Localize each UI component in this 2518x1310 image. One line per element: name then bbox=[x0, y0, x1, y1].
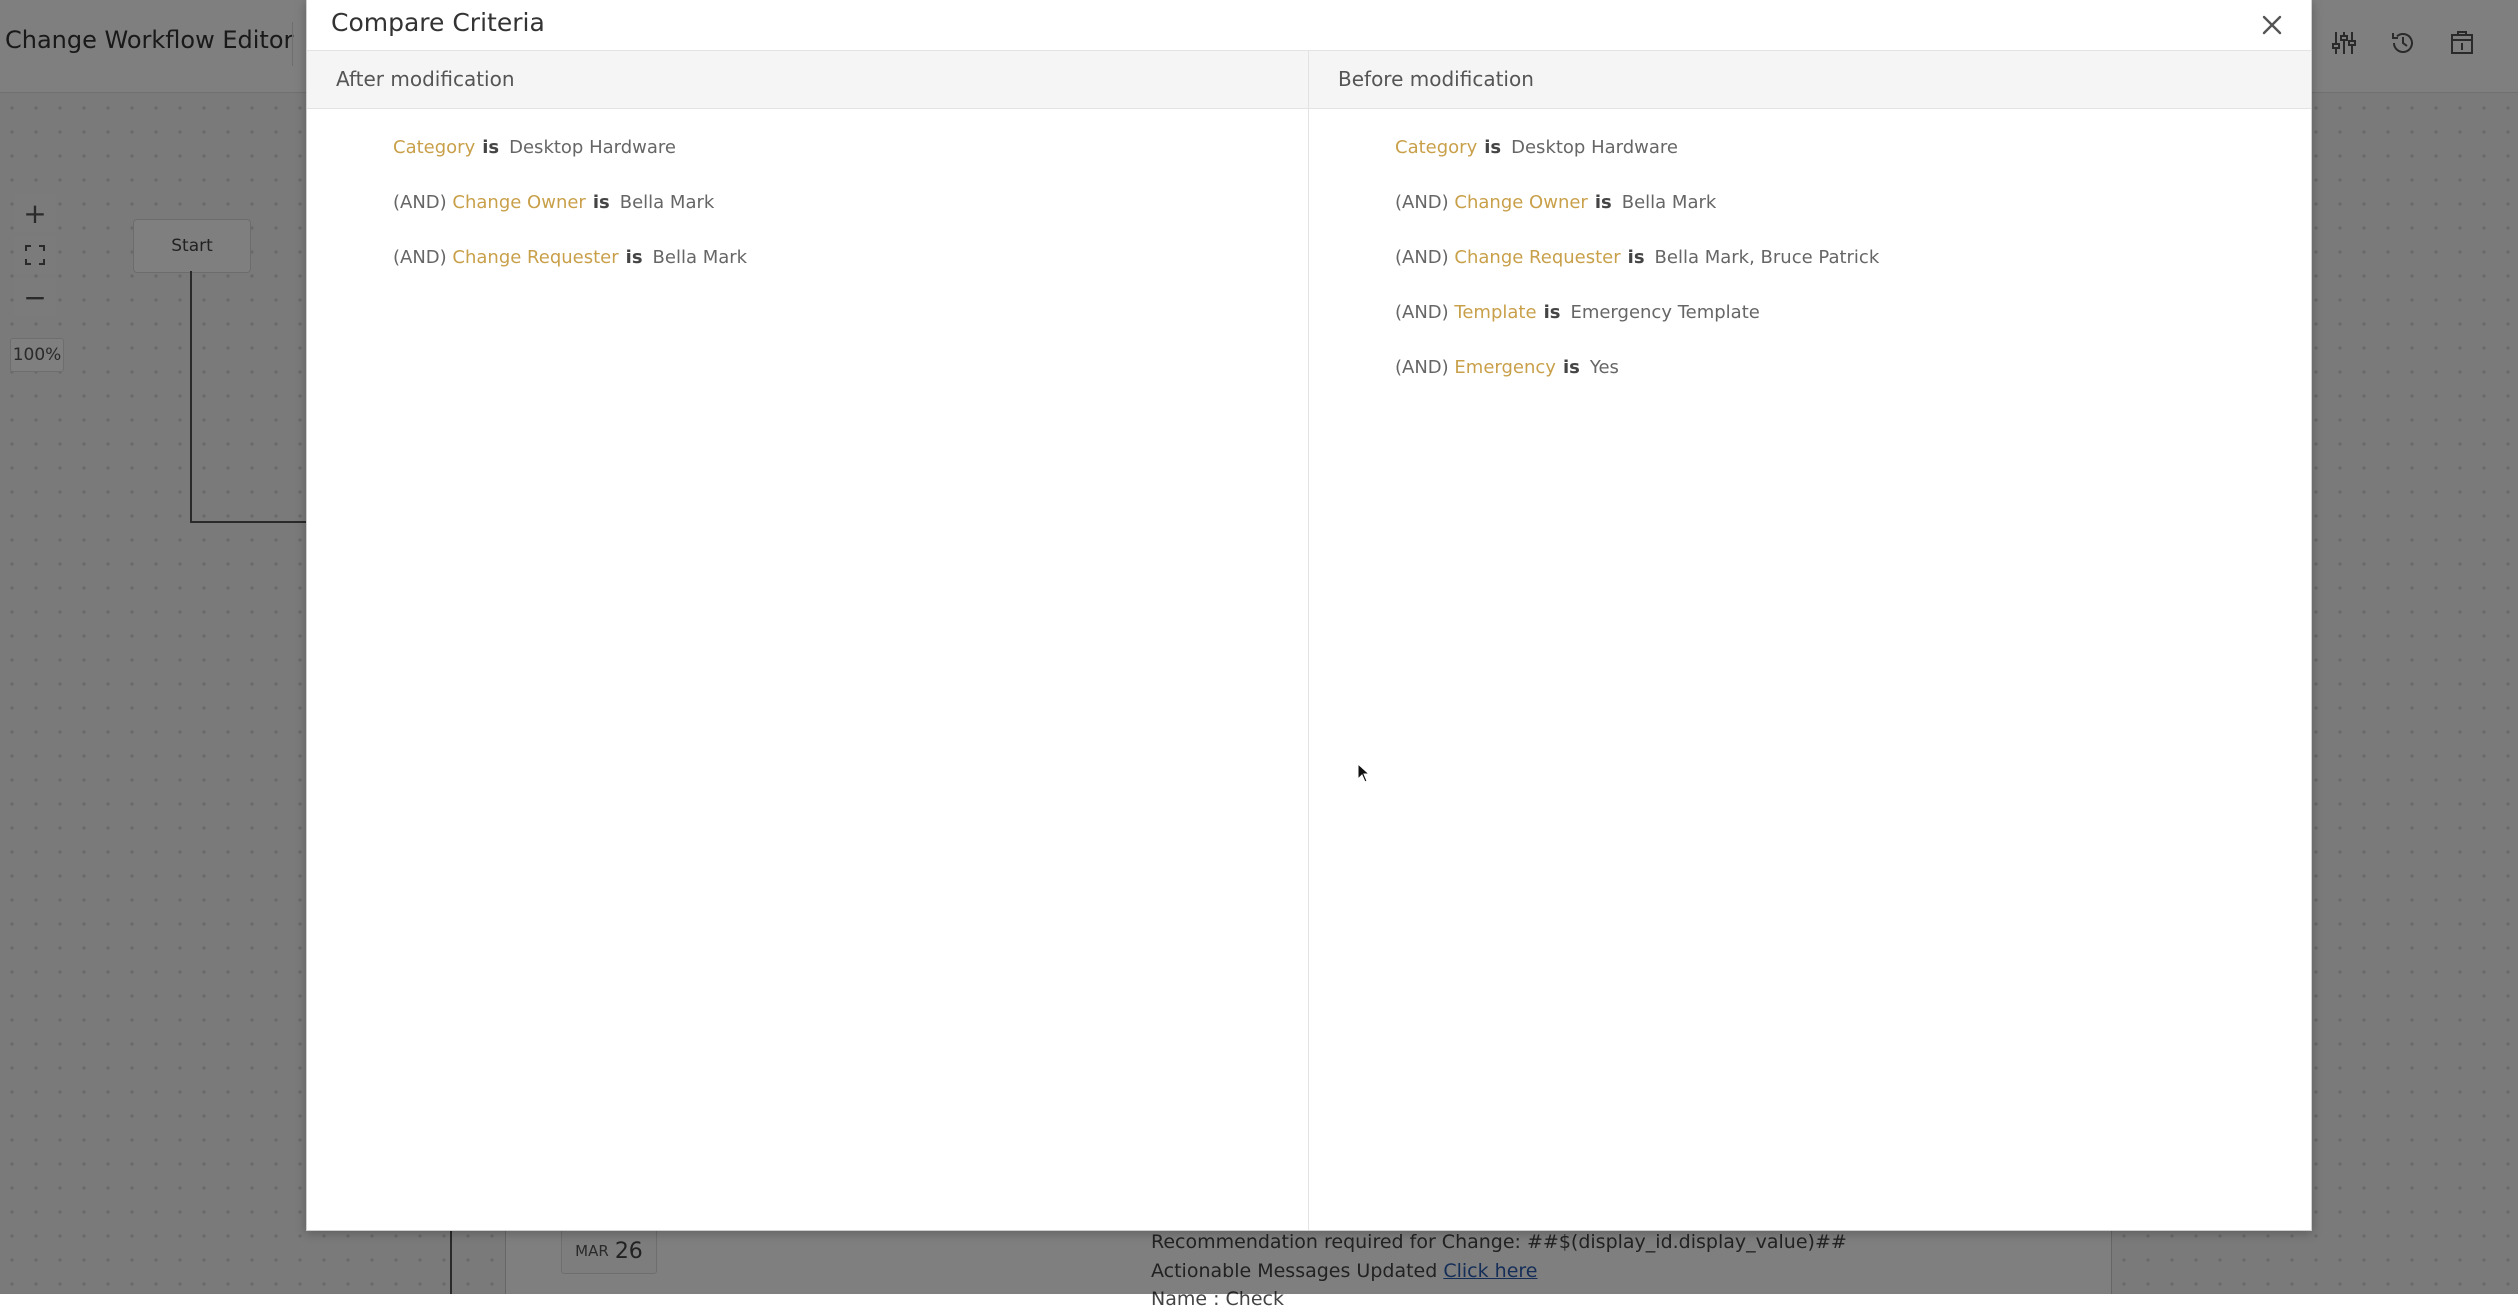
criteria-field: Emergency bbox=[1454, 357, 1556, 378]
criteria-value: Desktop Hardware bbox=[509, 137, 676, 158]
criteria-value: Yes bbox=[1589, 357, 1619, 378]
criteria-operator: is bbox=[1627, 247, 1645, 268]
dialog-header: Compare Criteria bbox=[307, 0, 2311, 51]
criteria-prefix: (AND) bbox=[393, 247, 447, 268]
criteria-prefix: (AND) bbox=[1395, 302, 1449, 323]
criteria-value: Bella Mark bbox=[619, 192, 715, 213]
criteria-field: Category bbox=[393, 137, 476, 158]
criteria-operator: is bbox=[592, 192, 610, 213]
criteria-field: Change Requester bbox=[452, 247, 619, 268]
criteria-operator: is bbox=[1594, 192, 1612, 213]
criteria-row: (AND) Emergency is Yes bbox=[1395, 357, 1879, 412]
criteria-row: Category is Desktop Hardware bbox=[393, 137, 747, 192]
criteria-row: (AND) Change Owner is Bella Mark bbox=[393, 192, 747, 247]
criteria-value: Desktop Hardware bbox=[1511, 137, 1678, 158]
criteria-prefix: (AND) bbox=[393, 192, 447, 213]
criteria-row: (AND) Change Requester is Bella Mark bbox=[393, 247, 747, 302]
criteria-value: Emergency Template bbox=[1570, 302, 1760, 323]
criteria-prefix: (AND) bbox=[1395, 247, 1449, 268]
criteria-row: Category is Desktop Hardware bbox=[1395, 137, 1879, 192]
criteria-prefix: (AND) bbox=[1395, 357, 1449, 378]
criteria-operator: is bbox=[482, 137, 500, 158]
criteria-field: Change Requester bbox=[1454, 247, 1621, 268]
criteria-field: Change Owner bbox=[1454, 192, 1588, 213]
criteria-row: (AND) Change Requester is Bella Mark, Bruc… bbox=[1395, 247, 1879, 302]
criteria-operator: is bbox=[1562, 357, 1580, 378]
criteria-prefix: (AND) bbox=[1395, 192, 1449, 213]
close-icon bbox=[2262, 15, 2282, 35]
after-criteria-list: Category is Desktop Hardware (AND) Change O… bbox=[393, 137, 747, 302]
after-modification-column: After modification Category is Desktop Har… bbox=[307, 51, 1309, 1230]
criteria-field: Change Owner bbox=[452, 192, 586, 213]
criteria-value: Bella Mark, Bruce Patrick bbox=[1654, 247, 1880, 268]
criteria-operator: is bbox=[1484, 137, 1502, 158]
criteria-field: Template bbox=[1454, 302, 1537, 323]
criteria-row: (AND) Template is Emergency Template bbox=[1395, 302, 1879, 357]
compare-criteria-dialog: Compare Criteria After modification Cate… bbox=[306, 0, 2312, 1231]
mouse-cursor-icon bbox=[1357, 762, 1371, 787]
criteria-operator: is bbox=[1543, 302, 1561, 323]
close-button[interactable] bbox=[2255, 8, 2289, 42]
criteria-row: (AND) Change Owner is Bella Mark bbox=[1395, 192, 1879, 247]
before-modification-header: Before modification bbox=[1309, 51, 2311, 109]
before-criteria-list: Category is Desktop Hardware (AND) Change O… bbox=[1395, 137, 1879, 412]
criteria-value: Bella Mark bbox=[652, 247, 748, 268]
before-modification-column: Before modification Category is Desktop Ha… bbox=[1309, 51, 2311, 1230]
criteria-operator: is bbox=[625, 247, 643, 268]
after-modification-header: After modification bbox=[307, 51, 1308, 109]
dialog-title: Compare Criteria bbox=[331, 8, 545, 37]
criteria-value: Bella Mark bbox=[1621, 192, 1717, 213]
criteria-field: Category bbox=[1395, 137, 1478, 158]
